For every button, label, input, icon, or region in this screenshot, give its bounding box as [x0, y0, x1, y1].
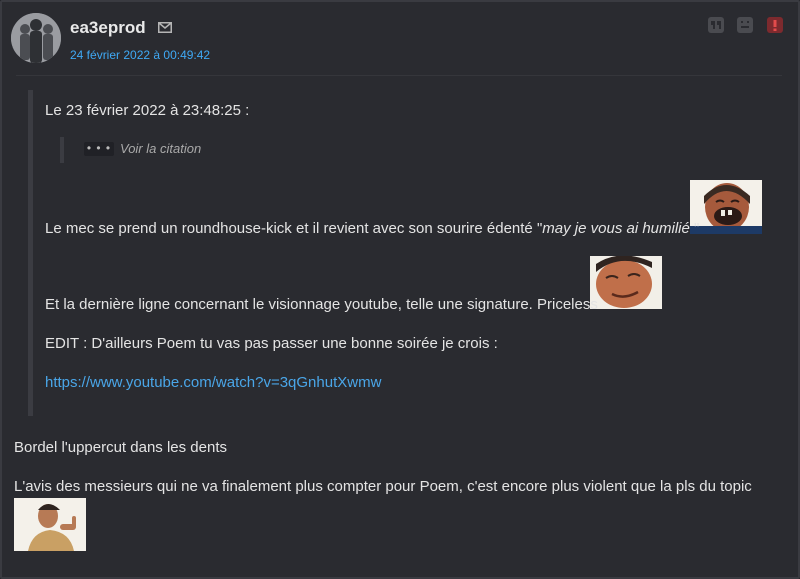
quote-header: Le 23 février 2022 à 23:48:25 : — [45, 102, 250, 119]
smirking-smiley-image — [590, 256, 662, 309]
quote-line-1-italic: may je vous ai humilié — [542, 220, 690, 237]
quote-line-3: EDIT : D'ailleurs Poem tu vas pas passer… — [45, 335, 498, 352]
mail-icon[interactable] — [158, 20, 172, 38]
voir-citation-label[interactable]: Voir la citation — [120, 141, 201, 156]
quote-line-1-start: Le mec se prend un roundhouse-kick et il… — [45, 220, 543, 237]
quote-line-1: Le mec se prend un roundhouse-kick et il… — [45, 220, 699, 237]
post-date[interactable]: 24 février 2022 à 00:49:42 — [70, 48, 210, 62]
expand-quote-button[interactable]: • • • — [84, 142, 114, 156]
pointing-smiley-image — [14, 498, 86, 551]
reply-line-1: Bordel l'uppercut dans les dents — [14, 439, 227, 456]
author-name[interactable]: ea3eprod — [70, 18, 146, 38]
quote-line-2: Et la dernière ligne concernant le visio… — [45, 296, 598, 313]
laughing-smiley-image — [690, 180, 762, 234]
reply-line-2: L'avis des messieurs qui ne va finalemen… — [14, 478, 752, 495]
report-icon[interactable] — [767, 17, 783, 33]
sad-face-icon[interactable] — [737, 17, 753, 33]
youtube-link[interactable]: https://www.youtube.com/watch?v=3qGnhutX… — [45, 374, 381, 391]
quote-icon[interactable] — [708, 17, 724, 33]
header-divider — [16, 75, 782, 76]
avatar[interactable] — [11, 13, 61, 63]
quote-line-1-end: " — [689, 220, 700, 237]
